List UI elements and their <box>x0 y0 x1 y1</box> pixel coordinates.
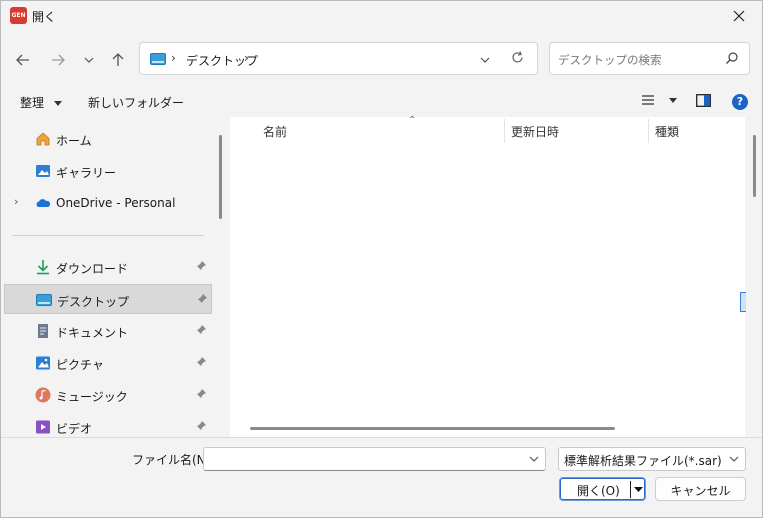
column-header-label: 更新日時 <box>511 125 560 139</box>
pin-icon <box>197 389 206 398</box>
onedrive-icon <box>36 199 51 207</box>
sidebar-item-onedrive[interactable]: › OneDrive - Personal <box>4 188 212 218</box>
split-divider <box>630 481 631 498</box>
pictures-icon <box>36 356 50 370</box>
command-bar: 整理 新しいフォルダー ? <box>1 87 762 117</box>
sidebar-item-label: ホーム <box>56 134 92 148</box>
file-list[interactable]: ⌃ 名前 更新日時 種類 <box>230 115 745 437</box>
caret-down-icon[interactable] <box>634 483 643 495</box>
arrow-left-icon <box>16 54 29 66</box>
close-icon <box>733 10 745 22</box>
horizontal-scrollbar-thumb[interactable] <box>250 427 615 430</box>
sidebar-item-downloads[interactable]: ダウンロード <box>4 252 212 282</box>
file-type-value: 標準解析結果ファイル(*.sar) <box>564 454 722 468</box>
navigation-bar: › デスクトップ › デスクトップの検索 <box>1 31 762 87</box>
organize-button[interactable]: 整理 <box>20 94 62 111</box>
pin-icon <box>198 294 207 303</box>
pin-icon <box>197 421 206 430</box>
title-bar: GEN 開く <box>1 1 762 31</box>
search-icon[interactable] <box>725 51 739 65</box>
column-header-type[interactable]: 種類 <box>655 117 735 144</box>
sidebar-item-gallery[interactable]: ギャラリー <box>4 156 212 186</box>
chevron-right-icon[interactable]: › <box>14 195 18 208</box>
sidebar-item-label: デスクトップ <box>57 295 130 309</box>
filename-field[interactable] <box>203 447 546 471</box>
chevron-down-icon[interactable] <box>529 452 539 466</box>
address-history-button[interactable] <box>480 52 490 66</box>
download-icon <box>37 260 49 275</box>
cancel-button-label: キャンセル <box>670 484 731 498</box>
sidebar-item-label: ピクチャ <box>56 358 104 372</box>
column-separator[interactable] <box>648 119 649 143</box>
view-options-button[interactable] <box>641 94 677 109</box>
chevron-down-icon <box>84 57 94 63</box>
arrow-right-icon <box>52 54 65 66</box>
desktop-icon <box>36 294 52 306</box>
chevron-right-icon: › <box>171 51 176 65</box>
gallery-icon <box>36 165 50 177</box>
close-button[interactable] <box>716 1 762 31</box>
refresh-button[interactable] <box>511 51 524 67</box>
video-icon <box>36 420 50 434</box>
recent-locations-button[interactable] <box>78 49 100 71</box>
cancel-button[interactable]: キャンセル <box>655 477 746 501</box>
new-folder-button[interactable]: 新しいフォルダー <box>88 94 184 111</box>
chevron-down-icon <box>480 57 490 63</box>
dialog-footer: ファイル名(N): 標準解析結果ファイル(*.sar) 開く(O) キャンセル <box>1 437 762 517</box>
arrow-up-icon <box>112 53 124 66</box>
column-header-label: 種類 <box>655 125 680 139</box>
help-button[interactable]: ? <box>732 94 748 110</box>
preview-pane-button[interactable] <box>696 94 711 110</box>
address-bar[interactable]: › デスクトップ › <box>139 42 538 75</box>
open-button[interactable]: 開く(O) <box>559 477 646 501</box>
column-header-label: 名前 <box>263 125 288 139</box>
chevron-right-icon[interactable]: › <box>244 51 249 65</box>
sidebar-item-label: ギャラリー <box>56 166 117 180</box>
sidebar-item-label: OneDrive - Personal <box>56 196 176 210</box>
forward-button[interactable] <box>47 49 69 71</box>
pin-icon <box>197 357 206 366</box>
back-button[interactable] <box>12 49 34 71</box>
sidebar-item-videos[interactable]: ビデオ <box>4 412 212 437</box>
sidebar-item-label: ダウンロード <box>56 262 129 276</box>
pin-icon <box>197 261 206 270</box>
sidebar-item-label: ドキュメント <box>56 326 129 340</box>
list-view-icon <box>642 95 654 105</box>
dialog-title: 開く <box>32 10 57 24</box>
app-icon: GEN <box>10 7 27 24</box>
sort-ascending-icon: ⌃ <box>408 115 417 126</box>
sidebar-scrollbar[interactable] <box>219 135 222 219</box>
sidebar-item-label: ミュージック <box>56 390 128 404</box>
sidebar-divider <box>12 235 204 236</box>
search-input[interactable]: デスクトップの検索 <box>558 52 662 68</box>
home-icon <box>36 132 50 146</box>
sidebar-item-pictures[interactable]: ピクチャ <box>4 348 212 378</box>
column-header-date[interactable]: 更新日時 <box>511 117 647 144</box>
sidebar-item-documents[interactable]: ドキュメント <box>4 316 212 346</box>
open-button-label: 開く(O) <box>577 484 620 498</box>
column-header-name[interactable]: ⌃ 名前 <box>263 115 503 144</box>
sidebar-item-music[interactable]: ミュージック <box>4 380 212 410</box>
column-separator[interactable] <box>504 119 505 143</box>
pin-icon <box>197 325 206 334</box>
refresh-icon <box>512 51 523 63</box>
vertical-scrollbar-thumb[interactable] <box>753 135 756 197</box>
navigation-pane: ホーム ギャラリー › OneDrive - Personal ダウンロード デ… <box>1 117 215 437</box>
chevron-down-icon <box>729 456 739 462</box>
desktop-folder-icon <box>150 53 166 65</box>
scroll-edge-marker <box>740 292 746 312</box>
open-file-dialog: GEN 開く › デスクトップ › デスクトップの検索 整理 新しいフォルダー … <box>0 0 763 518</box>
file-type-select[interactable]: 標準解析結果ファイル(*.sar) <box>558 447 746 471</box>
sidebar-item-home[interactable]: ホーム <box>4 124 212 154</box>
caret-down-icon <box>668 98 677 103</box>
search-box[interactable]: デスクトップの検索 <box>549 42 750 75</box>
document-icon <box>38 324 48 338</box>
preview-pane-icon <box>696 94 711 107</box>
caret-down-icon <box>53 101 62 106</box>
music-icon <box>35 387 51 403</box>
up-button[interactable] <box>107 49 129 71</box>
organize-label: 整理 <box>20 96 45 110</box>
sidebar-item-label: ビデオ <box>56 422 93 436</box>
sidebar-item-desktop[interactable]: デスクトップ <box>4 284 212 314</box>
